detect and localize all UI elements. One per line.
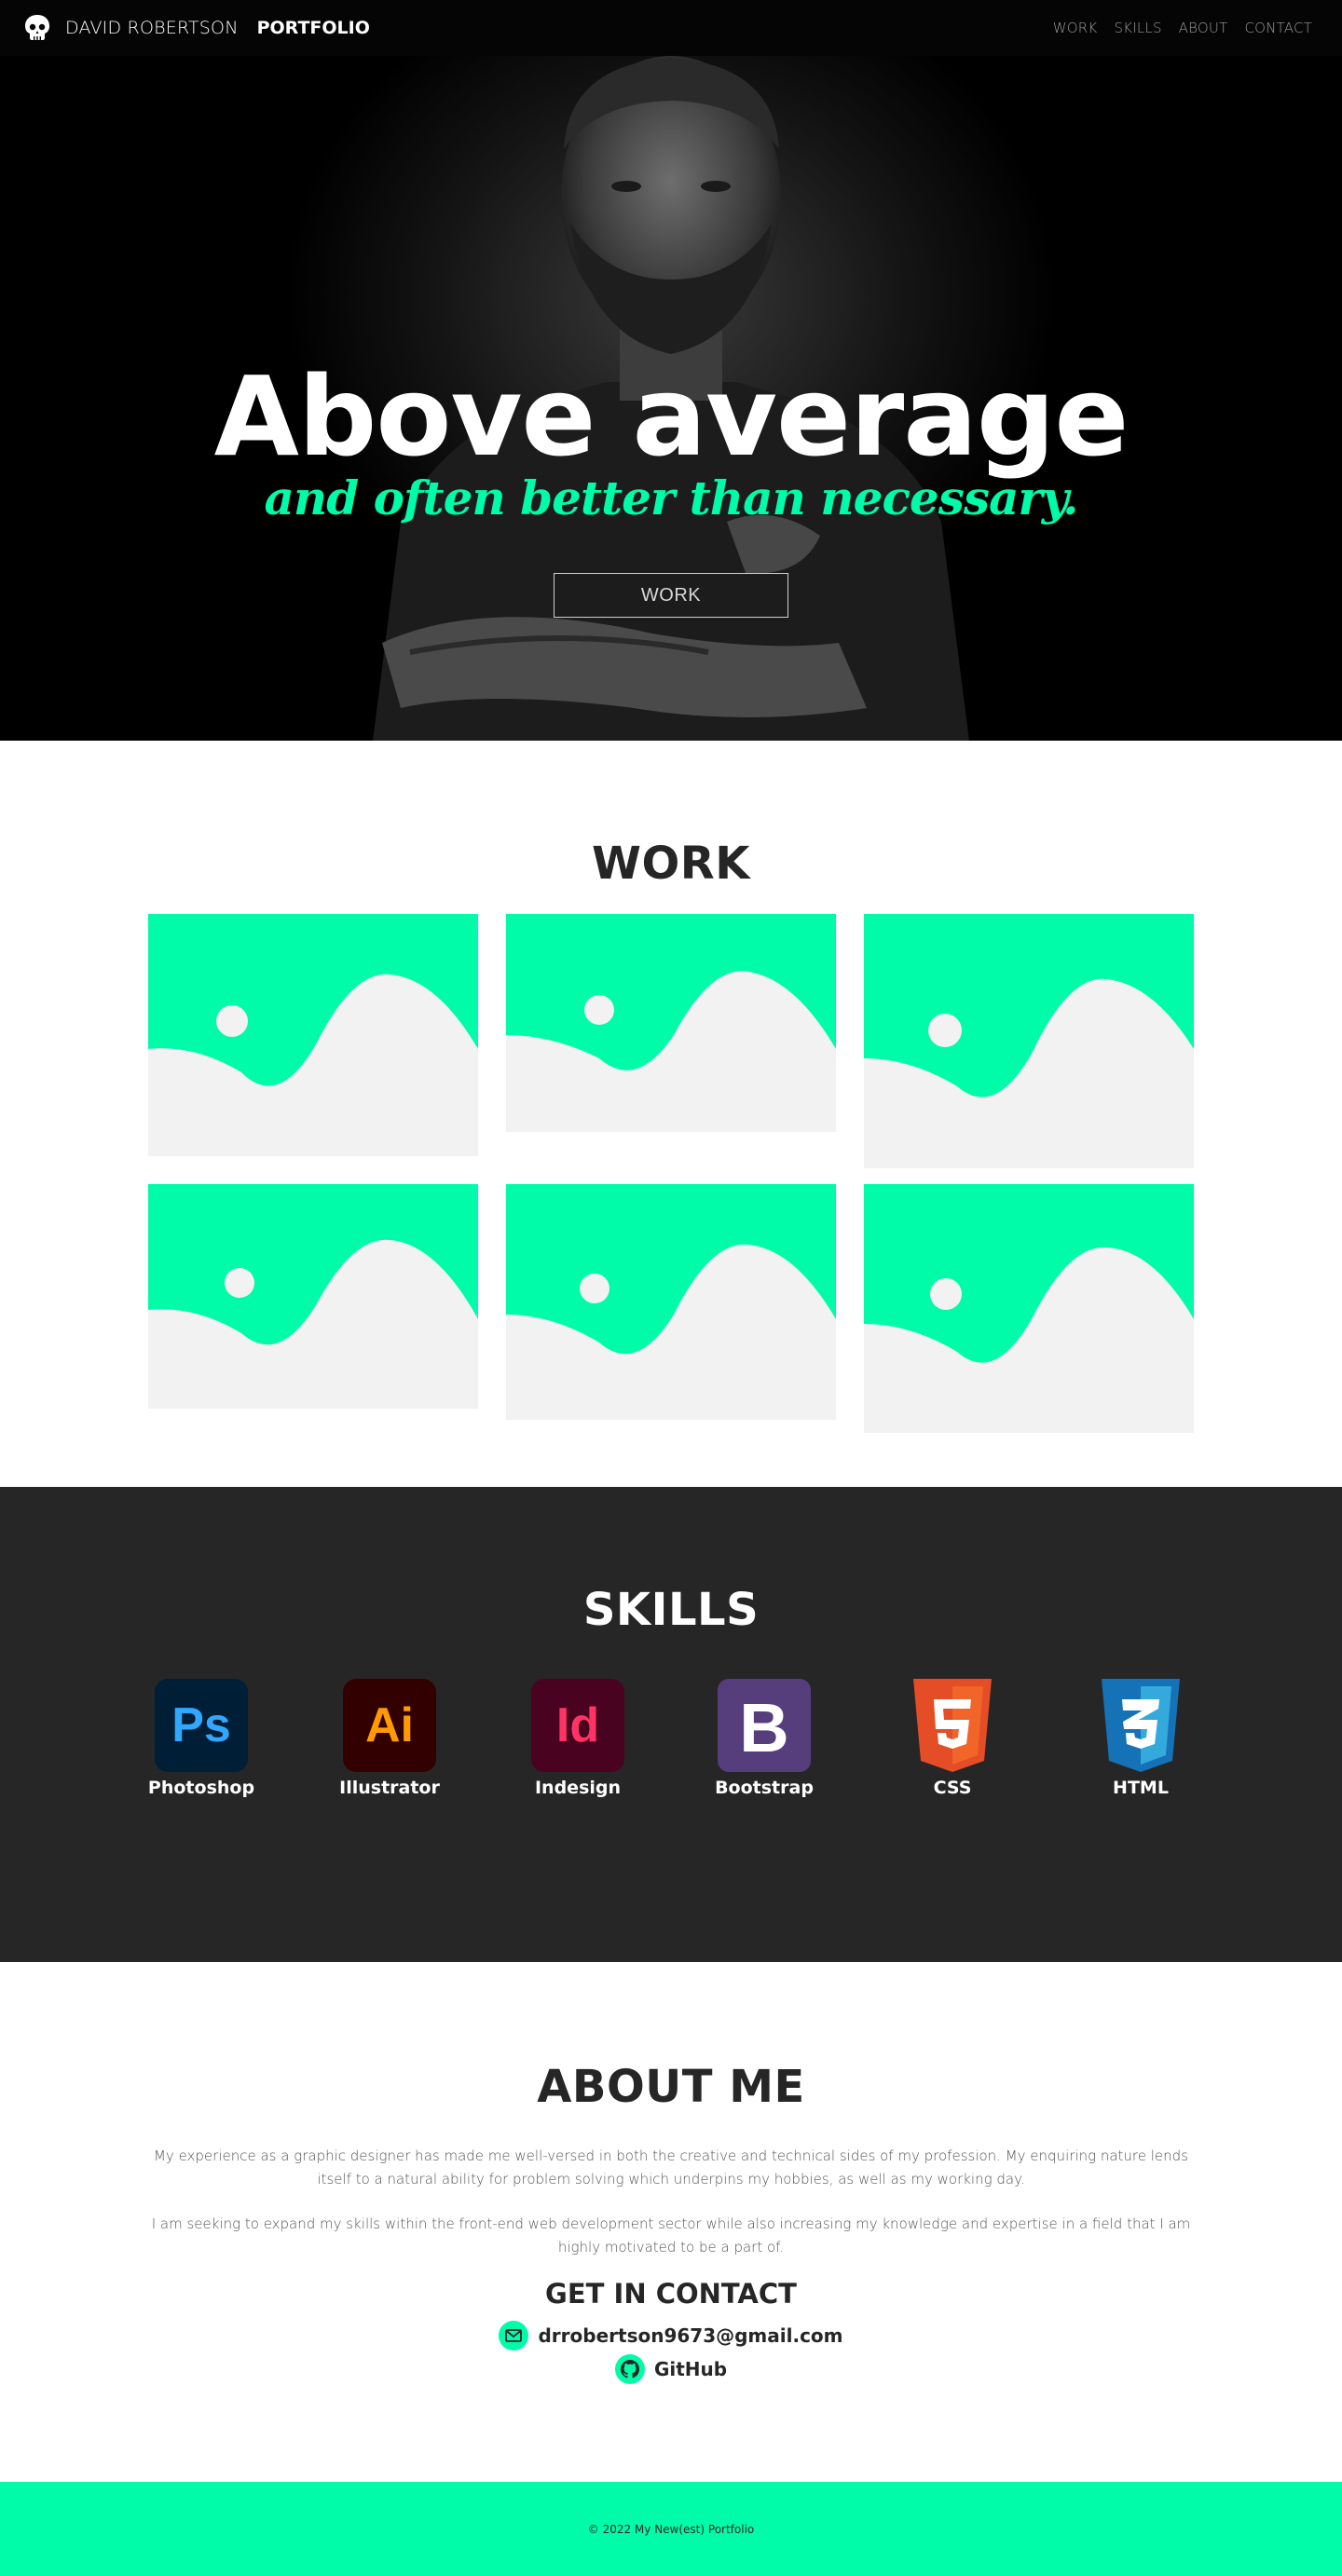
svg-text:B: B: [739, 1689, 788, 1766]
brand-link[interactable]: DAVID ROBERTSON PORTFOLIO: [22, 13, 370, 43]
hero-section: Above average and often better than nece…: [0, 0, 1342, 741]
image-placeholder-icon[interactable]: [148, 914, 478, 1156]
skills-section: SKILLS Ps Photoshop Ai Illustrator Id In…: [0, 1487, 1342, 1962]
skill-label: Bootstrap: [715, 1778, 814, 1798]
github-icon: [614, 2354, 645, 2384]
svg-text:Ps: Ps: [171, 1698, 231, 1752]
skill-photoshop: Ps Photoshop: [127, 1679, 276, 1798]
image-placeholder-icon[interactable]: [506, 1184, 836, 1420]
skull-icon: [25, 15, 49, 40]
work-section: WORK: [0, 741, 1342, 1487]
hero-title: Above average: [213, 352, 1130, 481]
nav-link-about[interactable]: ABOUT: [1179, 20, 1228, 36]
brand-name: DAVID ROBERTSON: [65, 18, 239, 38]
html-icon: [1102, 1679, 1180, 1772]
image-placeholder-icon[interactable]: [864, 1184, 1194, 1433]
work-title: WORK: [592, 838, 750, 890]
skill-label: HTML: [1113, 1778, 1169, 1798]
image-placeholder-icon[interactable]: [506, 914, 836, 1132]
illustrator-icon: Ai: [343, 1679, 436, 1772]
skill-label: Photoshop: [147, 1778, 255, 1798]
email-link[interactable]: drrobertson9673@gmail.com: [0, 2321, 1342, 2351]
about-paragraph-1: My experience as a graphic designer has …: [153, 2147, 1189, 2188]
about-section: ABOUT ME My experience as a graphic desi…: [0, 1962, 1342, 2482]
work-grid: [0, 914, 1342, 1436]
image-placeholder-icon[interactable]: [864, 914, 1194, 1168]
nav-links: WORK SKILLS ABOUT CONTACT: [1053, 20, 1312, 36]
nav-link-contact[interactable]: CONTACT: [1244, 20, 1312, 36]
skill-css: CSS: [878, 1679, 1027, 1798]
about-title: ABOUT ME: [537, 2061, 805, 2113]
contact-title: GET IN CONTACT: [545, 2278, 797, 2310]
hero-subtitle: and often better than necessary.: [264, 470, 1079, 525]
indesign-icon: Id: [531, 1679, 624, 1772]
nav-link-work[interactable]: WORK: [1053, 20, 1098, 36]
image-placeholder-icon[interactable]: [148, 1184, 478, 1409]
github-text: GitHub: [653, 2358, 728, 2380]
skill-bootstrap: B Bootstrap: [690, 1679, 839, 1798]
nav-link-skills[interactable]: SKILLS: [1114, 20, 1161, 36]
photoshop-icon: Ps: [155, 1679, 248, 1772]
skill-indesign: Id Indesign: [503, 1679, 652, 1798]
skills-title: SKILLS: [582, 1584, 760, 1636]
skill-label: CSS: [933, 1778, 972, 1798]
skill-html: HTML: [1066, 1679, 1215, 1798]
brand-portfolio: PORTFOLIO: [256, 18, 370, 38]
footer: © 2022 My New(est) Portfolio: [0, 2482, 1342, 2576]
skill-label: Indesign: [534, 1778, 622, 1798]
skill-illustrator: Ai Illustrator: [315, 1679, 464, 1798]
css-icon: [913, 1679, 992, 1772]
svg-text:Id: Id: [556, 1698, 599, 1752]
email-text: drrobertson9673@gmail.com: [538, 2324, 843, 2347]
email-icon: [499, 2321, 529, 2351]
svg-text:Ai: Ai: [365, 1698, 414, 1752]
hero-work-button[interactable]: WORK: [554, 573, 788, 618]
footer-copyright: © 2022 My New(est) Portfolio: [587, 2522, 755, 2536]
bootstrap-icon: B: [718, 1679, 811, 1772]
top-nav: DAVID ROBERTSON PORTFOLIO WORK SKILLS AB…: [0, 0, 1342, 56]
skills-list: Ps Photoshop Ai Illustrator Id Indesign …: [0, 1679, 1342, 1828]
about-paragraph-2: I am seeking to expand my skills within …: [151, 2215, 1191, 2256]
github-link[interactable]: GitHub: [0, 2354, 1342, 2384]
skill-label: Illustrator: [339, 1778, 440, 1798]
